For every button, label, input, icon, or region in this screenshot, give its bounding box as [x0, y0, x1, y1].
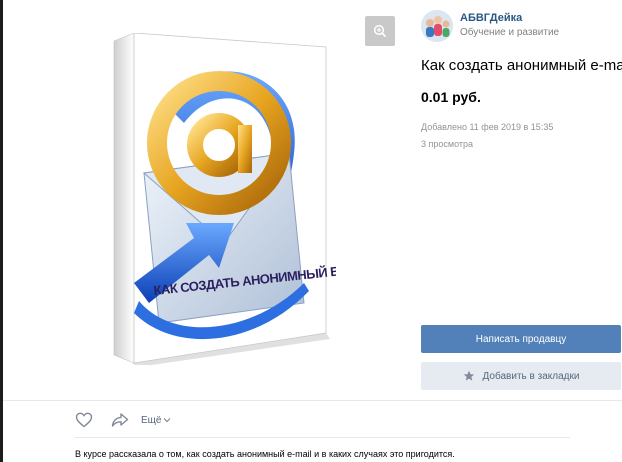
action-bar: Ещё: [75, 411, 171, 429]
zoom-in-icon: [373, 24, 387, 38]
seller-name[interactable]: АБВГДейка: [460, 12, 522, 24]
add-bookmark-button[interactable]: Добавить в закладки: [421, 362, 621, 390]
chevron-down-icon: [163, 417, 171, 423]
product-views: 3 просмотра: [421, 139, 474, 149]
star-icon: [463, 370, 475, 382]
zoom-button[interactable]: [365, 16, 395, 46]
product-image[interactable]: КАК СОЗДАТЬ АНОНИМНЫЙ E-MAIL: [104, 32, 373, 367]
contact-seller-label: Написать продавцу: [475, 333, 567, 345]
product-price: 0.01 руб.: [421, 89, 481, 105]
page-left-border: [0, 0, 3, 462]
add-bookmark-label: Добавить в закладки: [482, 370, 580, 382]
seller-subtitle: Обучение и развитие: [460, 27, 560, 38]
more-button[interactable]: Ещё: [141, 415, 171, 426]
product-added-date: Добавлено 11 фев 2019 в 15:35: [421, 122, 554, 132]
product-description: В курсе рассказала о том, как создать ан…: [75, 449, 455, 459]
more-label: Ещё: [141, 414, 162, 426]
actions-divider: [3, 400, 622, 401]
share-icon[interactable]: [111, 412, 129, 428]
contact-seller-button[interactable]: Написать продавцу: [421, 325, 621, 353]
seller-avatar[interactable]: [421, 10, 453, 42]
heart-icon[interactable]: [75, 412, 93, 428]
description-divider: [75, 437, 570, 438]
product-title: Как создать анонимный e-mail: [421, 57, 622, 74]
